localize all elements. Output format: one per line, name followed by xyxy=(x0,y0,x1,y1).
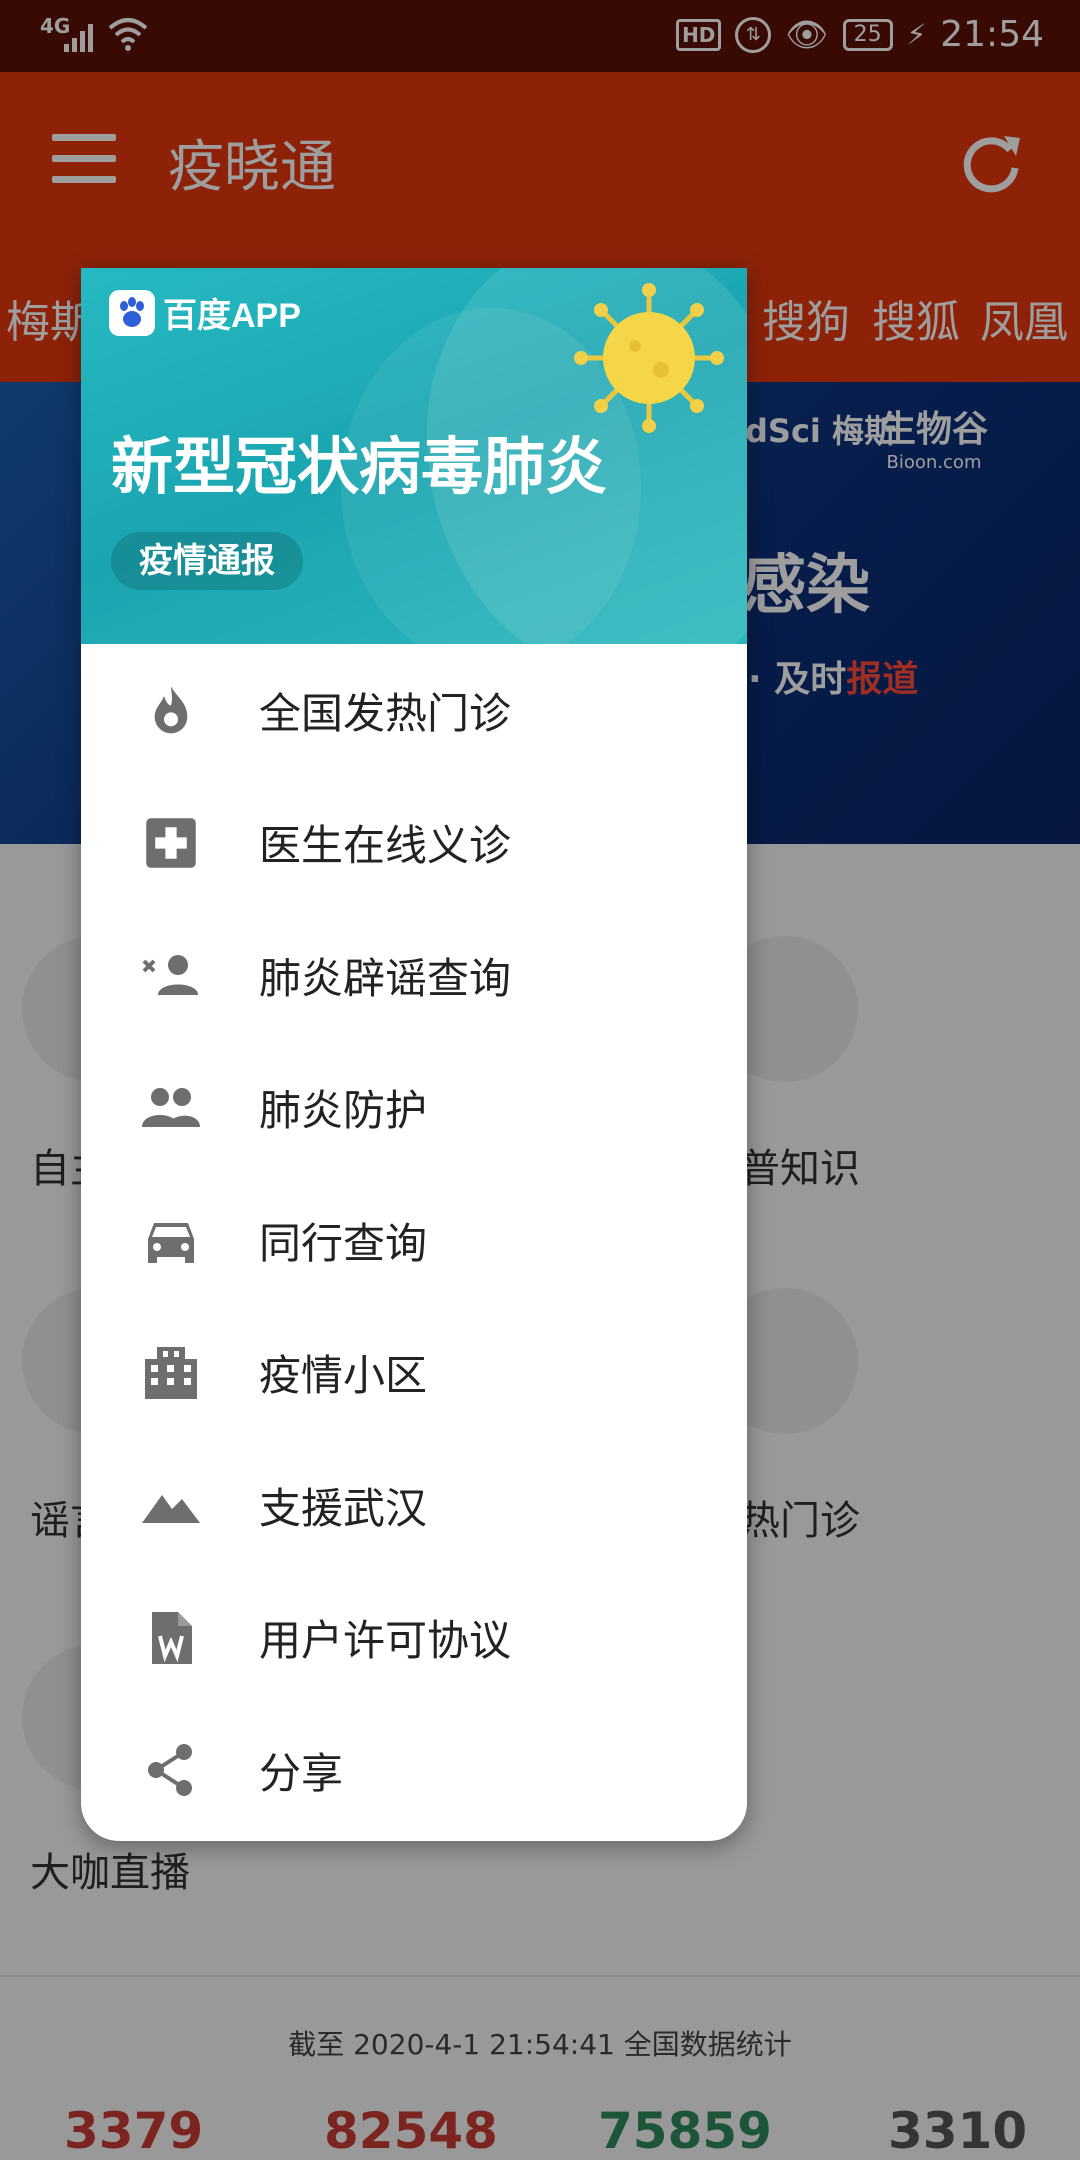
virus-icon xyxy=(574,283,724,433)
menu-item-rumor-check[interactable]: 肺炎辟谣查询 xyxy=(81,909,747,1042)
menu-item-share[interactable]: 分享 xyxy=(81,1704,747,1837)
menu-item-label: 疫情小区 xyxy=(259,1351,428,1401)
menu-item-fever-clinic[interactable]: 全国发热门诊 xyxy=(81,644,747,777)
epidemic-report-pill[interactable]: 疫情通报 xyxy=(111,532,303,590)
menu-item-license[interactable]: 用户许可协议 xyxy=(81,1572,747,1705)
baidu-brand: 百度APP xyxy=(109,288,301,337)
baidu-paw-icon xyxy=(109,289,155,336)
brand-name: 百度APP xyxy=(163,297,301,335)
person-remove-icon xyxy=(139,943,203,1007)
menu-item-label: 分享 xyxy=(259,1748,344,1798)
menu-item-protection[interactable]: 肺炎防护 xyxy=(81,1042,747,1175)
medical-plus-icon xyxy=(139,811,203,875)
menu-item-label: 用户许可协议 xyxy=(259,1616,512,1666)
popup-title: 新型冠状病毒肺炎 xyxy=(111,430,608,503)
menu-item-same-trip[interactable]: 同行查询 xyxy=(81,1174,747,1307)
menu-item-label: 支援武汉 xyxy=(259,1483,428,1533)
menu-item-label: 肺炎辟谣查询 xyxy=(259,953,512,1003)
menu-item-label: 同行查询 xyxy=(259,1218,428,1268)
car-icon xyxy=(139,1208,203,1272)
popup-header: 百度APP 新型冠状病毒肺炎 疫情通报 xyxy=(81,268,747,644)
menu-item-label: 全国发热门诊 xyxy=(259,688,512,738)
share-icon xyxy=(139,1738,203,1802)
building-icon xyxy=(139,1341,203,1405)
popup-menu: 百度APP 新型冠状病毒肺炎 疫情通报 全国发热门诊 医生在线义诊 肺炎辟谣查询… xyxy=(81,268,747,1841)
menu-item-support-wuhan[interactable]: 支援武汉 xyxy=(81,1439,747,1572)
menu-item-doctor-online[interactable]: 医生在线义诊 xyxy=(81,777,747,910)
people-icon xyxy=(139,1076,203,1140)
menu-list: 全国发热门诊 医生在线义诊 肺炎辟谣查询 肺炎防护 同行查询 疫情小区 支援武汉… xyxy=(81,644,747,1837)
document-icon xyxy=(139,1606,203,1670)
menu-item-label: 肺炎防护 xyxy=(259,1086,428,1136)
menu-item-label: 医生在线义诊 xyxy=(259,821,512,871)
mountain-icon xyxy=(139,1473,203,1537)
fire-icon xyxy=(139,678,203,742)
menu-item-community[interactable]: 疫情小区 xyxy=(81,1307,747,1440)
